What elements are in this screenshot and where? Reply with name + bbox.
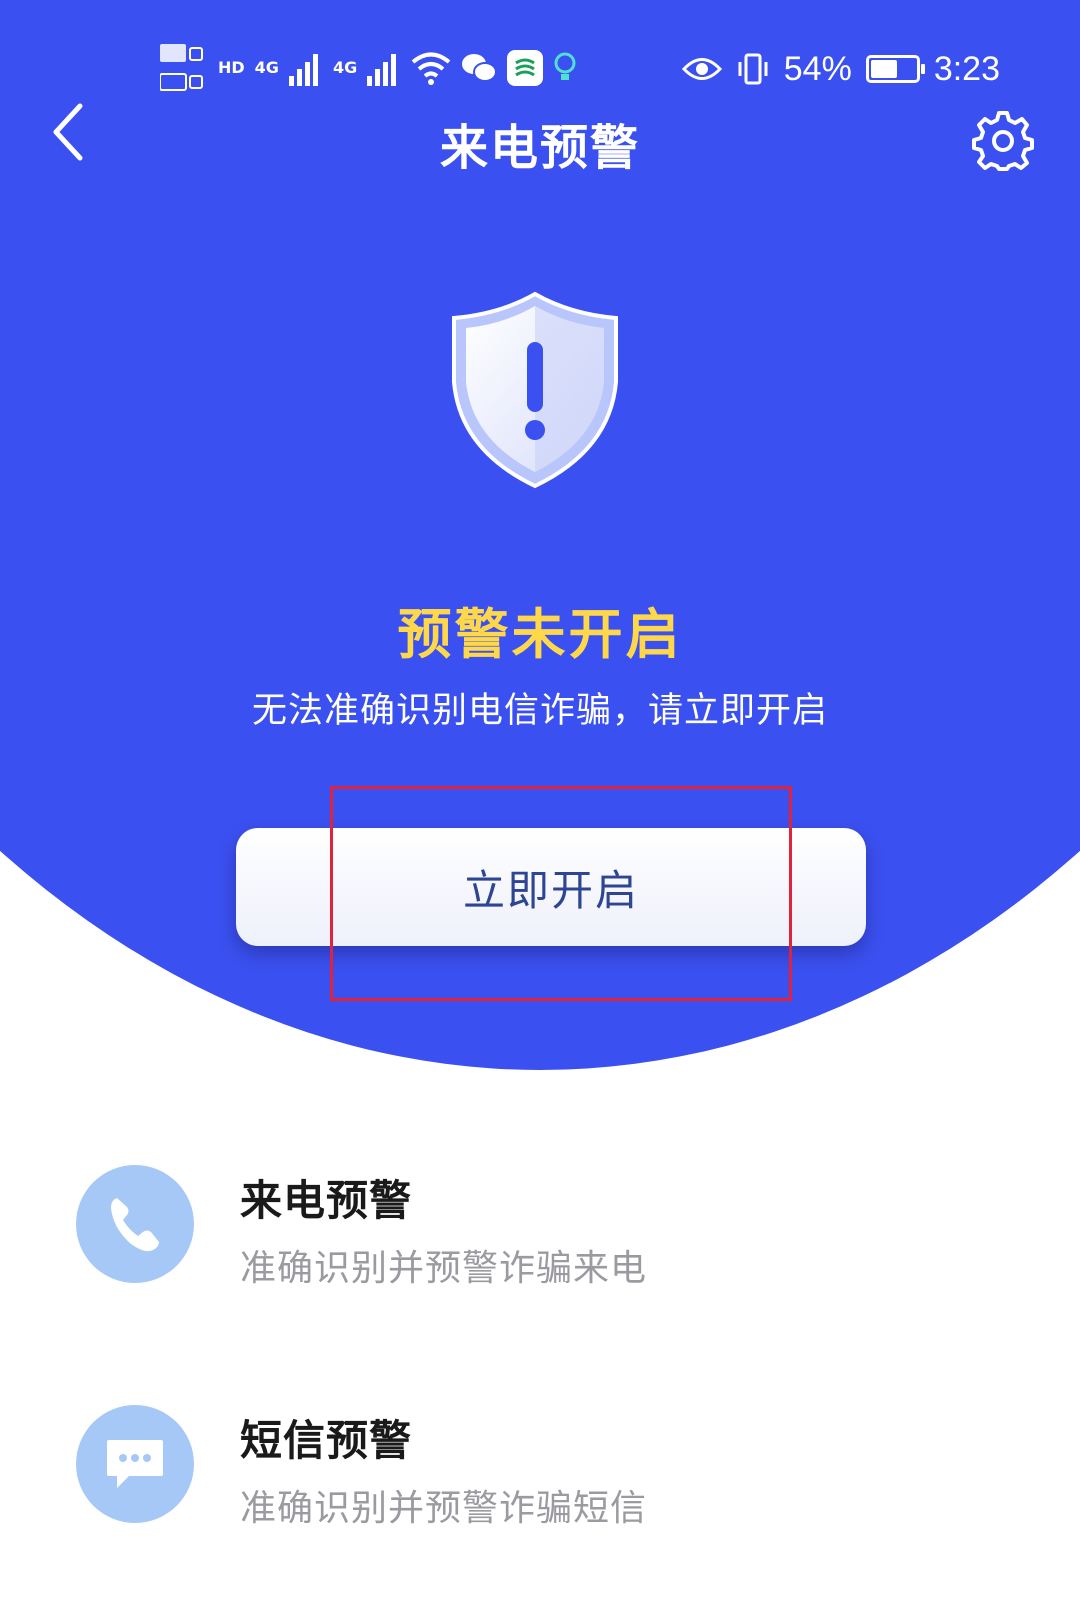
network-type-2: 4G xyxy=(332,58,358,77)
battery-percent: 54% xyxy=(783,49,852,88)
shield-alert-icon xyxy=(452,291,618,489)
vibrate-icon xyxy=(736,52,770,86)
page-title: 来电预警 xyxy=(439,120,640,176)
wechat-icon xyxy=(461,52,498,84)
wifi-icon xyxy=(411,51,451,85)
battery-icon xyxy=(865,55,925,83)
message-icon xyxy=(76,1405,194,1523)
gear-icon xyxy=(972,111,1034,171)
signal-1-icon xyxy=(288,50,323,86)
clock-time: 3:23 xyxy=(933,49,1000,88)
sim-status-icon xyxy=(160,40,208,96)
feature-title: 来电预警 xyxy=(240,1176,413,1225)
feature-title: 短信预警 xyxy=(240,1416,413,1465)
annotation-highlight-box xyxy=(330,786,792,1001)
feature-sms-warning[interactable]: 短信预警 准确识别并预警诈骗短信 xyxy=(76,1405,976,1535)
status-bar-left: HD 4G 4G xyxy=(160,38,577,98)
eye-icon xyxy=(681,56,722,82)
carrier-app-icon xyxy=(507,50,544,86)
status-bar-right: 54% 3:23 xyxy=(681,44,1000,94)
feature-call-warning[interactable]: 来电预警 准确识别并预警诈骗来电 xyxy=(76,1165,976,1295)
signal-2-icon xyxy=(367,50,401,86)
warning-status-desc: 无法准确识别电信诈骗，请立即开启 xyxy=(251,691,828,731)
warning-status-title: 预警未开启 xyxy=(397,603,683,666)
network-type-1: 4G xyxy=(254,58,279,77)
phone-icon xyxy=(76,1165,194,1283)
bulb-icon xyxy=(553,52,577,84)
settings-button[interactable] xyxy=(970,108,1036,174)
feature-desc: 准确识别并预警诈骗短信 xyxy=(240,1488,648,1529)
hd-label: HD xyxy=(218,58,245,77)
status-bar: HD 4G 4G 54% 3:23 xyxy=(0,0,1080,110)
feature-desc: 准确识别并预警诈骗来电 xyxy=(240,1248,648,1289)
